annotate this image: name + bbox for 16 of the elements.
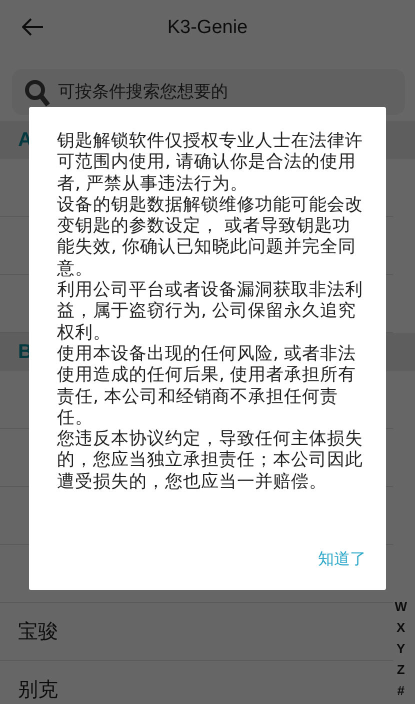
agreement-paragraph: 使用本设备出现的任何风险, 或者非法使用造成的任何后果, 使用者承担所有责任, 本公司和经销商不承担任何责任。: [57, 344, 358, 429]
brand-item[interactable]: 宝骏: [18, 618, 58, 645]
index-letter[interactable]: Y: [396, 638, 406, 659]
agreement-paragraph: 设备的钥匙数据解锁维修功能可能会改变钥匙的参数设定， 或者导致钥匙功能失效, 你确认已知晓此问题并完全同意。: [57, 194, 364, 280]
agreement-paragraph: 钥匙解锁软件仅授权专业人士在法律许可范围内使用, 请确认你是合法的使用者, 严禁从事违法行为。: [57, 131, 364, 195]
agreement-paragraph: 您违反本协议约定，导致任何主体损失的，您应当独立承担责任；本公司因此遭受损失的，您也应当一并赔偿。: [57, 429, 364, 494]
index-letter[interactable]: W: [394, 596, 407, 617]
index-letter[interactable]: Z: [396, 659, 405, 680]
back-arrow-icon[interactable]: [22, 18, 44, 36]
index-letter[interactable]: X: [396, 617, 406, 638]
brand-item[interactable]: 别克: [18, 676, 58, 703]
screen-title: K3-Genie: [167, 16, 248, 38]
index-letter[interactable]: #: [397, 680, 404, 701]
acknowledge-button[interactable]: 知道了: [318, 543, 366, 576]
search-icon: [24, 79, 50, 107]
agreement-paragraph: 利用公司平台或者设备漏洞获取非法利益，属于盗窃行为, 公司保留永久追究权利。: [57, 280, 364, 344]
